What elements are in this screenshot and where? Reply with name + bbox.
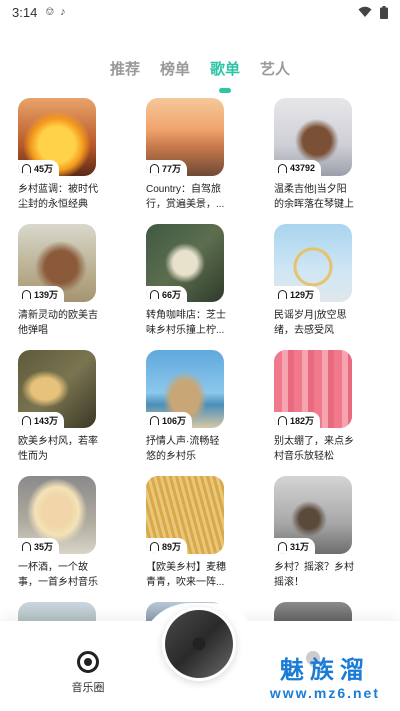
playlist-title: 别太绷了，来点乡村音乐放轻松: [274, 436, 354, 462]
headphones-icon: [278, 415, 287, 425]
playlist-cover: 106万: [146, 350, 224, 428]
playlist-title: 欧美乡村风，若率性而为: [18, 436, 98, 462]
now-playing-disc[interactable]: [162, 607, 236, 681]
playlist-card[interactable]: 143万 欧美乡村风，若率性而为: [18, 350, 100, 464]
playlist-cover: 35万: [18, 476, 96, 554]
tab-playlists[interactable]: 歌单: [210, 56, 240, 81]
playlist-cover: 89万: [146, 476, 224, 554]
playlist-card[interactable]: 31万 乡村？摇滚？乡村摇滚！: [274, 476, 356, 590]
play-count-badge: 143万: [18, 412, 65, 428]
headset-icon: ⎊: [45, 5, 55, 18]
playlist-card[interactable]: 129万 民谣岁月|放空思绪，去感受风: [274, 224, 356, 338]
playlist-title: 抒情人声·流畅轻悠的乡村乐: [146, 436, 220, 462]
play-count-badge: 35万: [18, 538, 60, 554]
music-note-icon: ♪: [60, 6, 66, 18]
play-count-badge: 31万: [274, 538, 316, 554]
playlist-card[interactable]: 106万 抒情人声·流畅轻悠的乡村乐: [146, 350, 228, 464]
playlist-title: 转角咖啡店：芝士味乡村乐撞上柠...: [146, 310, 226, 336]
wifi-icon: [358, 6, 372, 17]
playlist-title: 民谣岁月|放空思绪，去感受风: [274, 310, 347, 336]
playlist-title: 乡村蓝调：被时代尘封的永恒经典: [18, 184, 98, 210]
play-count-badge: 139万: [18, 286, 65, 302]
category-tabs: 推荐 榜单 歌单 艺人: [0, 56, 400, 81]
playlist-cover: 77万: [146, 98, 224, 176]
playlist-card[interactable]: 43792 温柔吉他|当夕阳的余晖落在琴键上: [274, 98, 356, 212]
playlist-card[interactable]: 89万 【欧美乡村】麦穗青青，吹来一阵...: [146, 476, 228, 590]
music-circle-icon: [77, 651, 99, 673]
playlist-cover: 182万: [274, 350, 352, 428]
tab-artists[interactable]: 艺人: [260, 56, 290, 81]
play-count-badge: 77万: [146, 160, 188, 176]
battery-icon: [380, 5, 388, 19]
playlist-cover: 129万: [274, 224, 352, 302]
playlist-title: 温柔吉他|当夕阳的余晖落在琴键上: [274, 184, 354, 210]
tab-charts[interactable]: 榜单: [160, 56, 190, 81]
headphones-icon: [150, 415, 159, 425]
playlist-card[interactable]: 45万 乡村蓝调：被时代尘封的永恒经典: [18, 98, 100, 212]
headphones-icon: [22, 289, 31, 299]
playlist-card[interactable]: 35万 一杯酒，一个故事，一首乡村音乐: [18, 476, 100, 590]
play-count-badge: 43792: [274, 160, 322, 176]
playlist-cover: 43792: [274, 98, 352, 176]
headphones-icon: [278, 541, 287, 551]
status-bar: 3:14 ⎊ ♪: [0, 0, 400, 24]
playlist-grid: 45万 乡村蓝调：被时代尘封的永恒经典 77万 Country：自驾旅行，赏遍美…: [18, 98, 384, 642]
headphones-icon: [150, 289, 159, 299]
headphones-icon: [278, 163, 287, 173]
play-count-badge: 106万: [146, 412, 193, 428]
play-count-badge: 66万: [146, 286, 188, 302]
nav-music-circle[interactable]: 音乐圈: [66, 651, 110, 695]
playlist-card[interactable]: 66万 转角咖啡店：芝士味乡村乐撞上柠...: [146, 224, 228, 338]
headphones-icon: [150, 163, 159, 173]
playlist-cover: 45万: [18, 98, 96, 176]
headphones-icon: [22, 163, 31, 173]
playlist-card[interactable]: 139万 清新灵动的欧美吉他弹唱: [18, 224, 100, 338]
site-watermark: 魅族溜 www.mz6.net: [269, 656, 380, 701]
playlist-title: Country：自驾旅行，赏遍美景，...: [146, 184, 225, 210]
playlist-cover: 143万: [18, 350, 96, 428]
tab-recommend[interactable]: 推荐: [110, 56, 140, 81]
playlist-title: 乡村？摇滚？乡村摇滚！: [274, 562, 354, 588]
play-count-badge: 129万: [274, 286, 321, 302]
play-count-badge: 89万: [146, 538, 188, 554]
headphones-icon: [150, 541, 159, 551]
playlist-cover: 31万: [274, 476, 352, 554]
playlist-card[interactable]: 182万 别太绷了，来点乡村音乐放轻松: [274, 350, 356, 464]
bottom-nav-bar: 音乐圈 魅族溜 www.mz6.net: [0, 603, 400, 711]
playlist-cover: 66万: [146, 224, 224, 302]
play-count-badge: 182万: [274, 412, 321, 428]
nav-music-label: 音乐圈: [71, 682, 105, 694]
status-time: 3:14: [12, 4, 38, 20]
headphones-icon: [22, 541, 31, 551]
playlist-card[interactable]: 77万 Country：自驾旅行，赏遍美景，...: [146, 98, 228, 212]
playlist-title: 清新灵动的欧美吉他弹唱: [18, 310, 98, 336]
play-count-badge: 45万: [18, 160, 60, 176]
playlist-cover: 139万: [18, 224, 96, 302]
headphones-icon: [278, 289, 287, 299]
playlist-title: 【欧美乡村】麦穗青青，吹来一阵...: [146, 562, 226, 588]
playlist-title: 一杯酒，一个故事，一首乡村音乐: [18, 562, 98, 588]
headphones-icon: [22, 415, 31, 425]
